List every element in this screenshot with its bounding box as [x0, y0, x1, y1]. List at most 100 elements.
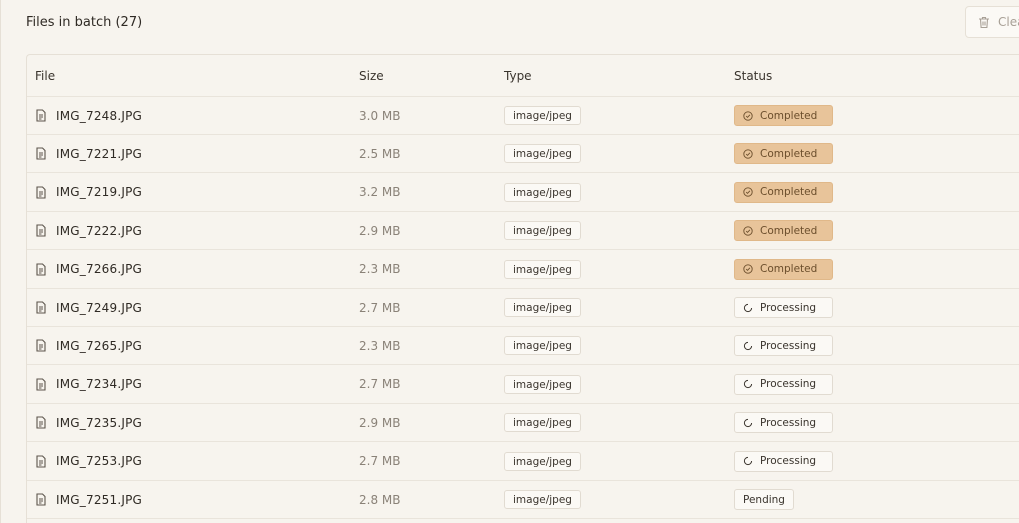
file-size: 2.9 MB — [359, 415, 401, 430]
clear-button-label: Clear — [998, 15, 1019, 29]
table-row[interactable]: IMG_7219.JPG 3.2 MB image/jpeg Completed — [27, 174, 1019, 212]
file-text-icon — [35, 263, 47, 276]
type-cell: image/jpeg — [504, 289, 581, 326]
status-cell: Processing — [734, 366, 833, 403]
type-badge: image/jpeg — [504, 490, 581, 509]
table-row[interactable]: IMG_7251.JPG 2.8 MB image/jpeg Pending — [27, 481, 1019, 519]
panel-border — [0, 0, 1, 523]
file-cell: IMG_7253.JPG — [35, 443, 142, 480]
file-text-icon — [35, 416, 47, 429]
file-size: 2.8 MB — [359, 492, 401, 507]
file-size: 2.5 MB — [359, 146, 401, 161]
table-row[interactable]: IMG_7248.JPG 3.0 MB image/jpeg Completed — [27, 97, 1019, 135]
trash-icon — [978, 16, 998, 29]
status-cell: Processing — [734, 289, 833, 326]
type-badge: image/jpeg — [504, 298, 581, 317]
status-cell: Completed — [734, 174, 833, 211]
file-name: IMG_7266.JPG — [56, 262, 143, 277]
file-size: 2.7 MB — [359, 377, 401, 392]
type-cell: image/jpeg — [504, 212, 581, 249]
check-circle-icon — [743, 264, 753, 274]
type-badge: image/jpeg — [504, 336, 581, 356]
panel-title: Files in batch (27) — [26, 15, 143, 30]
status-badge: Completed — [734, 220, 833, 242]
status-label: Processing — [760, 301, 817, 314]
check-circle-icon — [743, 226, 753, 236]
type-badge: image/jpeg — [504, 221, 581, 241]
status-cell: Completed — [734, 212, 833, 249]
file-name: IMG_7265.JPG — [56, 338, 143, 353]
type-cell: image/jpeg — [504, 366, 581, 403]
file-text-icon — [35, 493, 47, 506]
table-row[interactable]: IMG_7249.JPG 2.7 MB image/jpeg Processing — [27, 289, 1019, 327]
file-text-icon — [35, 147, 47, 160]
status-badge: Completed — [734, 258, 833, 280]
status-badge: Processing — [734, 412, 833, 434]
table-row[interactable]: IMG_7222.JPG 2.9 MB image/jpeg Completed — [27, 212, 1019, 251]
status-label: Completed — [760, 147, 818, 160]
table-row[interactable]: IMG_7221.JPG 2.5 MB image/jpeg Completed — [27, 135, 1019, 174]
column-header-status[interactable]: Status — [734, 55, 772, 96]
status-cell: Processing — [734, 404, 833, 441]
check-circle-icon — [743, 149, 753, 159]
file-name: IMG_7253.JPG — [56, 454, 143, 469]
type-cell: image/jpeg — [504, 251, 581, 288]
status-label: Completed — [760, 186, 818, 199]
file-size: 2.9 MB — [359, 223, 401, 238]
table-row[interactable]: IMG_7235.JPG 2.9 MB image/jpeg Processing — [27, 404, 1019, 443]
file-size: 2.7 MB — [359, 300, 401, 315]
type-badge: image/jpeg — [504, 374, 581, 394]
status-badge: Completed — [734, 143, 833, 165]
file-size: 3.0 MB — [359, 108, 401, 123]
status-label: Processing — [760, 416, 817, 429]
type-badge: image/jpeg — [504, 259, 581, 279]
check-circle-icon — [743, 110, 753, 121]
file-text-icon — [35, 339, 47, 352]
table-header-row: File Size Type Status — [27, 55, 1019, 97]
file-cell: IMG_7221.JPG — [35, 135, 142, 172]
status-badge: Processing — [734, 450, 833, 472]
status-label: Completed — [760, 109, 818, 122]
file-size: 2.7 MB — [359, 454, 401, 469]
table-row[interactable]: IMG_7234.JPG 2.7 MB image/jpeg Processing — [27, 366, 1019, 404]
status-cell: Processing — [734, 443, 833, 480]
file-name: IMG_7251.JPG — [56, 492, 143, 507]
file-cell: IMG_7219.JPG — [35, 174, 142, 211]
file-cell: IMG_7265.JPG — [35, 327, 142, 364]
spinner-icon — [743, 379, 753, 389]
file-text-icon — [35, 109, 47, 122]
table-row[interactable]: IMG_7253.JPG 2.7 MB image/jpeg Processing — [27, 443, 1019, 481]
column-header-file[interactable]: File — [35, 55, 55, 96]
status-badge: Completed — [734, 105, 833, 126]
table-row[interactable]: IMG_7266.JPG 2.3 MB image/jpeg Completed — [27, 251, 1019, 289]
status-label: Processing — [760, 339, 817, 352]
status-badge: Pending — [734, 489, 794, 510]
table-row[interactable]: IMG_7265.JPG 2.3 MB image/jpeg Processing — [27, 327, 1019, 366]
file-size: 3.2 MB — [359, 185, 401, 200]
column-header-size[interactable]: Size — [359, 55, 384, 96]
type-cell: image/jpeg — [504, 481, 581, 518]
file-cell: IMG_7266.JPG — [35, 251, 142, 288]
files-panel: Files in batch (27) Clear File Size Type… — [0, 0, 1019, 523]
status-cell: Completed — [734, 251, 833, 288]
file-cell: IMG_7251.JPG — [35, 481, 142, 518]
type-badge: image/jpeg — [504, 413, 581, 433]
type-cell: image/jpeg — [504, 135, 581, 172]
file-cell: IMG_7248.JPG — [35, 97, 142, 134]
clear-button[interactable]: Clear — [965, 6, 1019, 38]
type-cell: image/jpeg — [504, 404, 581, 441]
status-label: Completed — [760, 263, 818, 276]
type-badge: image/jpeg — [504, 451, 581, 471]
check-circle-icon — [743, 187, 753, 197]
type-badge: image/jpeg — [504, 144, 581, 164]
files-table: File Size Type Status IMG_7248.JPG 3.0 MB… — [26, 54, 1019, 523]
file-name: IMG_7221.JPG — [56, 146, 143, 161]
spinner-icon — [743, 303, 753, 313]
status-label: Completed — [760, 224, 818, 237]
file-cell: IMG_7249.JPG — [35, 289, 142, 326]
status-badge: Processing — [734, 297, 833, 318]
file-text-icon — [35, 378, 47, 391]
status-badge: Completed — [734, 181, 833, 203]
status-cell: Completed — [734, 97, 833, 134]
column-header-type[interactable]: Type — [504, 55, 532, 96]
